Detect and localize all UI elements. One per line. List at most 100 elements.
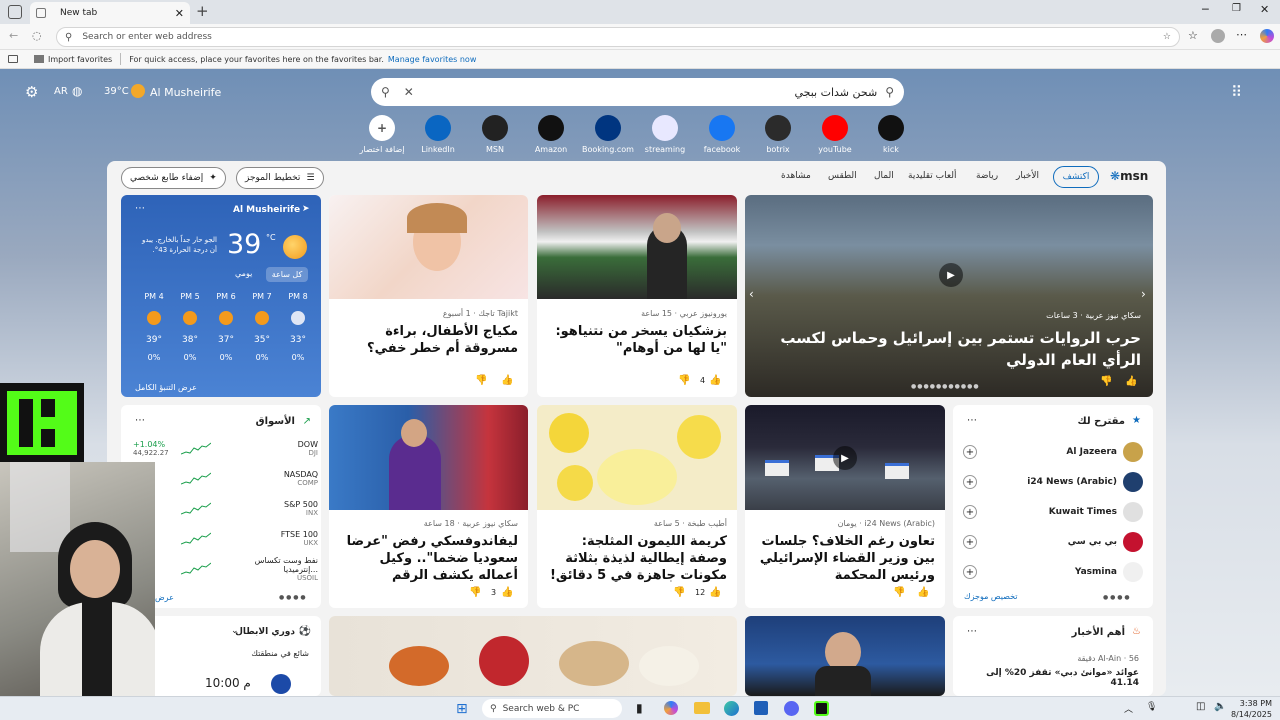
like-icon[interactable]: 👍 [501, 587, 513, 598]
loading-icon[interactable]: ◌ [32, 29, 42, 42]
suggested-card[interactable]: ⋯ مقترح لك ★ + Al Jazeera + i24 News (Arabi… [953, 405, 1153, 608]
weather-card[interactable]: ⋯ Al Musheirife ➤ الجو حار جداً بالخارج.… [121, 195, 321, 397]
article-card-kids-makeup[interactable]: Tajikt تاجك · 1 أسبوع مكياج الأطفال، برا… [329, 195, 528, 397]
msn-logo[interactable]: ❋msn [1110, 169, 1148, 183]
food-article-card[interactable] [329, 616, 737, 696]
language-label[interactable]: AR [54, 86, 68, 97]
taskbar-search[interactable]: ⚲ Search web & PC [482, 699, 622, 718]
tab-hourly[interactable]: كل ساعة [266, 267, 308, 282]
quick-link-amazon[interactable]: Amazon [523, 115, 579, 154]
header-temperature[interactable]: 39°C [104, 86, 129, 97]
volume-icon[interactable]: 🔈 [1214, 701, 1226, 712]
apps-grid-icon[interactable]: ⠿ [1231, 83, 1242, 101]
tray-chevron-icon[interactable]: ︿ [1124, 702, 1133, 715]
markets-view-link[interactable]: عرض [155, 593, 174, 602]
market-row[interactable]: +1.04% 44,922.27 DOW DJI [133, 435, 318, 463]
league-chevron-icon[interactable]: ⌄ [231, 626, 239, 636]
article-card-pezeshkian[interactable]: يورونيوز عربي · 15 ساعة بزشكيان يسخر من … [537, 195, 737, 397]
smotrich-article-card[interactable] [745, 616, 945, 696]
article-title[interactable]: حرب الروايات تستمر بين إسرائيل وحماس لكس… [751, 327, 1141, 371]
kick-taskbar-icon[interactable] [814, 701, 829, 716]
follow-plus-icon[interactable]: + [963, 565, 977, 579]
store-icon[interactable] [754, 701, 768, 715]
carousel-dots[interactable]: ●●●●●●●●●●● [911, 383, 980, 390]
search-submit-icon[interactable]: ⚲ [381, 85, 390, 99]
copilot-taskbar-icon[interactable] [664, 701, 678, 715]
carousel-next-icon[interactable]: › [1141, 287, 1146, 301]
header-location[interactable]: Al Musheirife [150, 86, 221, 99]
tab-daily[interactable]: يومي [235, 269, 252, 278]
article-title[interactable]: كريمة الليمون المثلجة: وصفة إيطالية لذيذ… [542, 533, 727, 584]
profile-avatar[interactable] [1211, 29, 1225, 43]
search-input-value[interactable]: شحن شدات ببجي [414, 86, 885, 99]
like-icon[interactable]: 👍 [917, 587, 929, 598]
top-news-card[interactable]: ⋯ أهم الأخبار ♨ Al-Ain · 56 دقيقة عوائد … [953, 616, 1153, 696]
topnews-more-icon[interactable]: ⋯ [967, 626, 977, 637]
minimize-button[interactable]: ─ [1202, 3, 1209, 16]
suggested-pager-dots[interactable]: ● ● ● ● [1103, 594, 1130, 601]
tab-casual-games[interactable]: ألعاب تقليدية [908, 171, 956, 181]
start-icon[interactable]: ⊞ [456, 701, 468, 717]
discord-icon[interactable] [784, 701, 799, 716]
quick-link-msn[interactable]: MSN [467, 115, 523, 154]
article-card-lemon-cream[interactable]: أطيب طبخة · 5 ساعة كريمة الليمون المثلجة… [537, 405, 737, 608]
follow-plus-icon[interactable]: + [963, 505, 977, 519]
dislike-icon[interactable]: 👎 [1100, 376, 1112, 387]
quick-link-botrix[interactable]: botrix [750, 115, 806, 154]
suggested-source-row[interactable]: + بي بي سي [963, 529, 1143, 555]
tab-watch[interactable]: مشاهدة [781, 171, 811, 181]
favorites-icon[interactable]: ☆ [1188, 29, 1198, 42]
file-explorer-icon[interactable] [694, 702, 710, 714]
copilot-icon[interactable] [1260, 29, 1274, 43]
add-shortcut-button[interactable]: + إضافة اختصار [354, 115, 410, 154]
tab-new-tab[interactable]: New tab ✕ [30, 2, 190, 24]
like-icon[interactable]: 👍 [1125, 376, 1137, 387]
close-tab-icon[interactable]: ✕ [175, 7, 184, 20]
close-window-button[interactable]: ✕ [1260, 3, 1269, 16]
address-bar[interactable]: ⚲ Search or enter web address ☆ [56, 27, 1180, 47]
quick-link-booking-com[interactable]: Booking.com [580, 115, 636, 154]
like-icon[interactable]: 👍 [709, 375, 721, 386]
maximize-button[interactable]: ❐ [1232, 3, 1241, 14]
full-forecast-link[interactable]: عرض التنبؤ الكامل [135, 383, 197, 392]
suggested-source-row[interactable]: + i24 News (Arabic) [963, 469, 1143, 495]
carousel-prev-icon[interactable]: ‹ [749, 287, 754, 301]
personalize-button[interactable]: إضفاء طابع شخصي ✦ [121, 167, 226, 189]
tab-weather[interactable]: الطقس [828, 171, 857, 181]
tab-money[interactable]: المال [874, 171, 894, 181]
globe-icon[interactable]: ◍ [72, 84, 82, 98]
weather-location[interactable]: Al Musheirife [233, 205, 300, 215]
more-menu-icon[interactable]: ⋯ [1236, 28, 1247, 41]
quick-link-linkedin[interactable]: LinkedIn [410, 115, 466, 154]
like-icon[interactable]: 👍 [501, 375, 513, 386]
market-row[interactable]: نفط وست تكساس إنترميديا... USOIL [133, 555, 318, 583]
suggested-source-row[interactable]: + Al Jazeera [963, 439, 1143, 465]
dislike-icon[interactable]: 👎 [893, 587, 905, 598]
wifi-icon[interactable]: ◫ [1196, 701, 1205, 712]
settings-gear-icon[interactable]: ⚙ [25, 83, 38, 101]
quick-link-facebook[interactable]: facebook [694, 115, 750, 154]
play-icon[interactable]: ▶ [939, 263, 963, 287]
article-card-hero[interactable]: ▶ ‹ › سكاي نيوز عربية · 3 ساعات حرب الرو… [745, 195, 1153, 397]
article-title[interactable]: مكياج الأطفال، براءة مسروقة أم خطر خفي؟ [338, 323, 518, 357]
tab-sports[interactable]: رياضة [976, 171, 998, 181]
tab-actions-icon[interactable] [8, 5, 22, 19]
favorite-star-icon[interactable]: ☆ [1163, 32, 1171, 42]
quick-link-streaming[interactable]: streaming [637, 115, 693, 154]
suggested-more-icon[interactable]: ⋯ [967, 415, 977, 426]
like-icon[interactable]: 👍 [709, 587, 721, 598]
edge-icon[interactable] [724, 701, 739, 716]
import-favorites-link[interactable]: Import favorites [48, 55, 112, 64]
follow-plus-icon[interactable]: + [963, 445, 977, 459]
dislike-icon[interactable]: 👎 [475, 375, 487, 386]
market-row[interactable]: FTSE 100 UKX [133, 525, 318, 553]
market-row[interactable]: NASDAQ COMP [133, 465, 318, 493]
article-card-israel-justice[interactable]: ▶ i24 News (Arabic) · يومان تعاون رغم ال… [745, 405, 945, 608]
markets-pager-dots[interactable]: ● ● ● ● [279, 594, 306, 601]
match-time[interactable]: 10:00 م [205, 676, 251, 690]
market-row[interactable]: S&P 500 INX [133, 495, 318, 523]
follow-plus-icon[interactable]: + [963, 535, 977, 549]
tab-discover[interactable]: اكتشف [1053, 166, 1099, 188]
task-view-icon[interactable]: ▮ [636, 701, 643, 715]
tab-news[interactable]: الأخبار [1016, 171, 1039, 181]
